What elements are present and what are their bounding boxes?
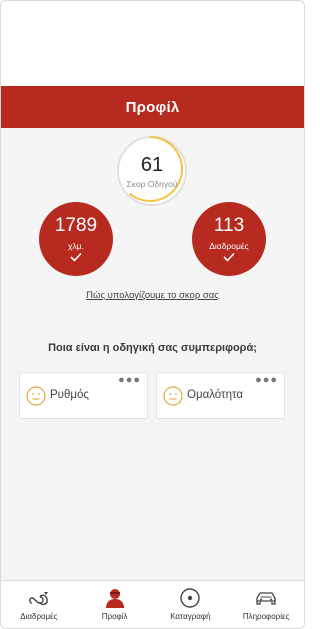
neutral-face-icon [26,386,46,406]
checkmark-icon [70,252,82,262]
tab-record[interactable]: Καταγραφή [153,581,229,628]
trips-stat: 113 Διαδρομές [192,202,266,276]
pace-card[interactable]: Ρυθμός ●●● [19,372,148,419]
car-icon [256,592,276,605]
app-screen: Προφίλ 61 Σκορ Οδηγού 1789 χλμ. 113 Διαδ… [0,0,305,629]
score-label: Σκορ Οδηγού [126,178,178,189]
distance-stat: 1789 χλμ. [39,202,113,276]
neutral-face-icon [163,386,183,406]
page-title: Προφίλ [125,98,180,116]
app-header: Προφίλ [1,86,304,128]
tab-profile[interactable]: Προφίλ [77,581,153,628]
more-options-icon[interactable]: ●●● [255,374,278,386]
distance-unit: χλμ. [68,241,84,251]
tab-routes[interactable]: Διαδρομές [1,581,77,628]
tab-profile-label: Προφίλ [101,612,128,621]
bottom-tab-bar: Διαδρομές Προφίλ Καταγραφή Πληροφορίες [1,580,304,628]
smoothness-card[interactable]: Ομαλότητα ●●● [156,372,285,419]
smoothness-label: Ομαλότητα [187,389,243,401]
distance-value: 1789 [54,215,98,236]
behavior-question: Ποια είναι η οδηγική σας συμπεριφορά; [48,342,257,354]
trips-value: 113 [213,215,245,236]
profile-content: 61 Σκορ Οδηγού 1789 χλμ. 113 Διαδρομές Π… [1,128,304,580]
tab-record-label: Καταγραφή [170,612,211,621]
score-value: 61 [140,153,164,176]
pace-label: Ρυθμός [50,389,89,401]
score-calculation-link[interactable]: Πώς υπολογίζουμε το σκορ σας [1,290,304,301]
trips-unit: Διαδρομές [209,241,249,251]
record-icon [180,588,201,608]
tab-info[interactable]: Πληροφορίες [228,581,304,628]
tab-info-label: Πληροφορίες [242,612,290,621]
driver-score-gauge: 61 Σκορ Οδηγού [117,136,187,206]
checkmark-icon [223,252,235,262]
user-icon [105,589,124,608]
tab-routes-label: Διαδρομές [20,612,58,621]
routes-icon [28,592,48,606]
more-options-icon[interactable]: ●●● [118,374,141,386]
